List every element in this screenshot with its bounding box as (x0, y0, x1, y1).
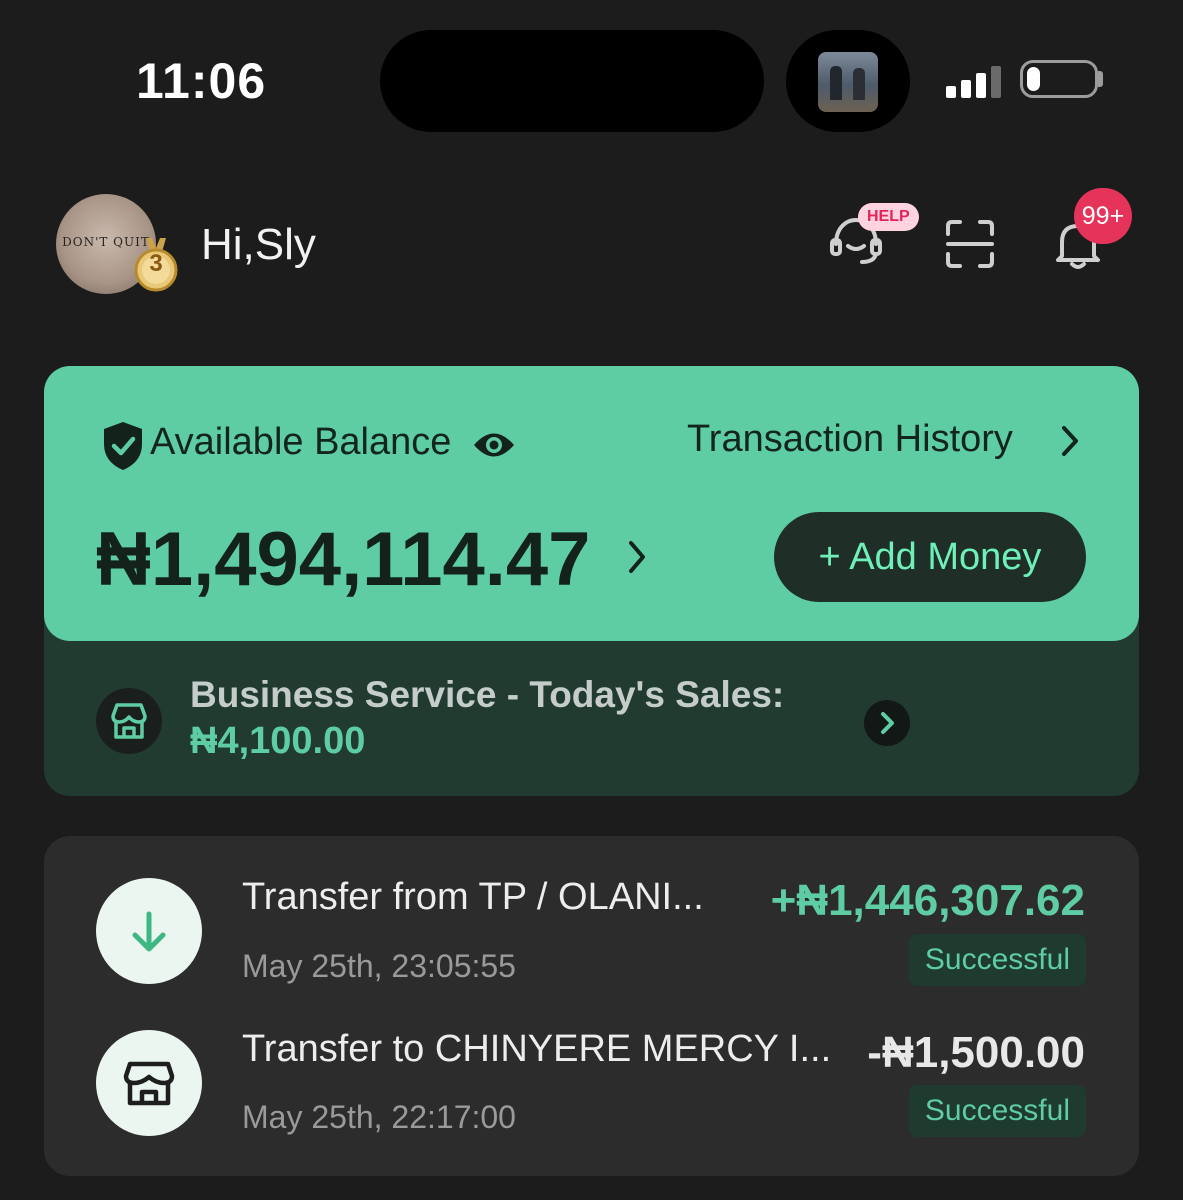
battery-cap (1098, 71, 1103, 87)
business-sales-amount: ₦4,100.00 (190, 720, 366, 762)
chevron-right-icon[interactable] (1058, 424, 1082, 458)
add-money-button[interactable]: + Add Money (774, 512, 1086, 602)
medal-level: 3 (149, 250, 163, 277)
status-time: 11:06 (136, 53, 267, 109)
arrow-down-icon (132, 911, 166, 952)
store-icon (111, 703, 147, 739)
transaction-date: May 25th, 23:05:55 (242, 948, 516, 984)
greeting: Hi,Sly (201, 220, 316, 269)
eye-icon[interactable] (472, 426, 516, 464)
store-icon (123, 1061, 175, 1106)
transaction-amount: +₦1,446,307.62 (770, 876, 1085, 925)
transaction-title[interactable]: Transfer to CHINYERE MERCY I... (242, 1028, 831, 1071)
transaction-date: May 25th, 22:17:00 (242, 1099, 516, 1135)
business-service-chevron[interactable] (864, 700, 910, 746)
scan-icon[interactable] (944, 218, 996, 270)
signal-icon (946, 66, 1001, 98)
transaction-title[interactable]: Transfer from TP / OLANI... (242, 876, 704, 919)
balance-chevron-icon[interactable] (626, 538, 648, 576)
status-badge: Successful (908, 934, 1086, 986)
chevron-right-icon (881, 712, 894, 734)
help-badge[interactable]: HELP (858, 203, 919, 231)
status-badge: Successful (908, 1085, 1086, 1137)
shield-check-icon (104, 422, 142, 470)
transaction-icon-wrap[interactable] (96, 878, 202, 984)
transaction-icon-wrap[interactable] (96, 1030, 202, 1136)
transaction-history-link[interactable]: Transaction History (687, 418, 1013, 461)
notification-badge[interactable]: 99+ (1074, 188, 1132, 244)
balance-amount[interactable]: ₦1,494,114.47 (96, 516, 590, 603)
available-balance-label: Available Balance (150, 421, 452, 463)
transaction-amount: -₦1,500.00 (867, 1028, 1085, 1077)
dynamic-island (380, 30, 764, 132)
live-activity-thumbnail (818, 52, 878, 112)
business-service-label: Business Service - Today's Sales: (190, 674, 785, 715)
battery-icon (1020, 60, 1098, 98)
